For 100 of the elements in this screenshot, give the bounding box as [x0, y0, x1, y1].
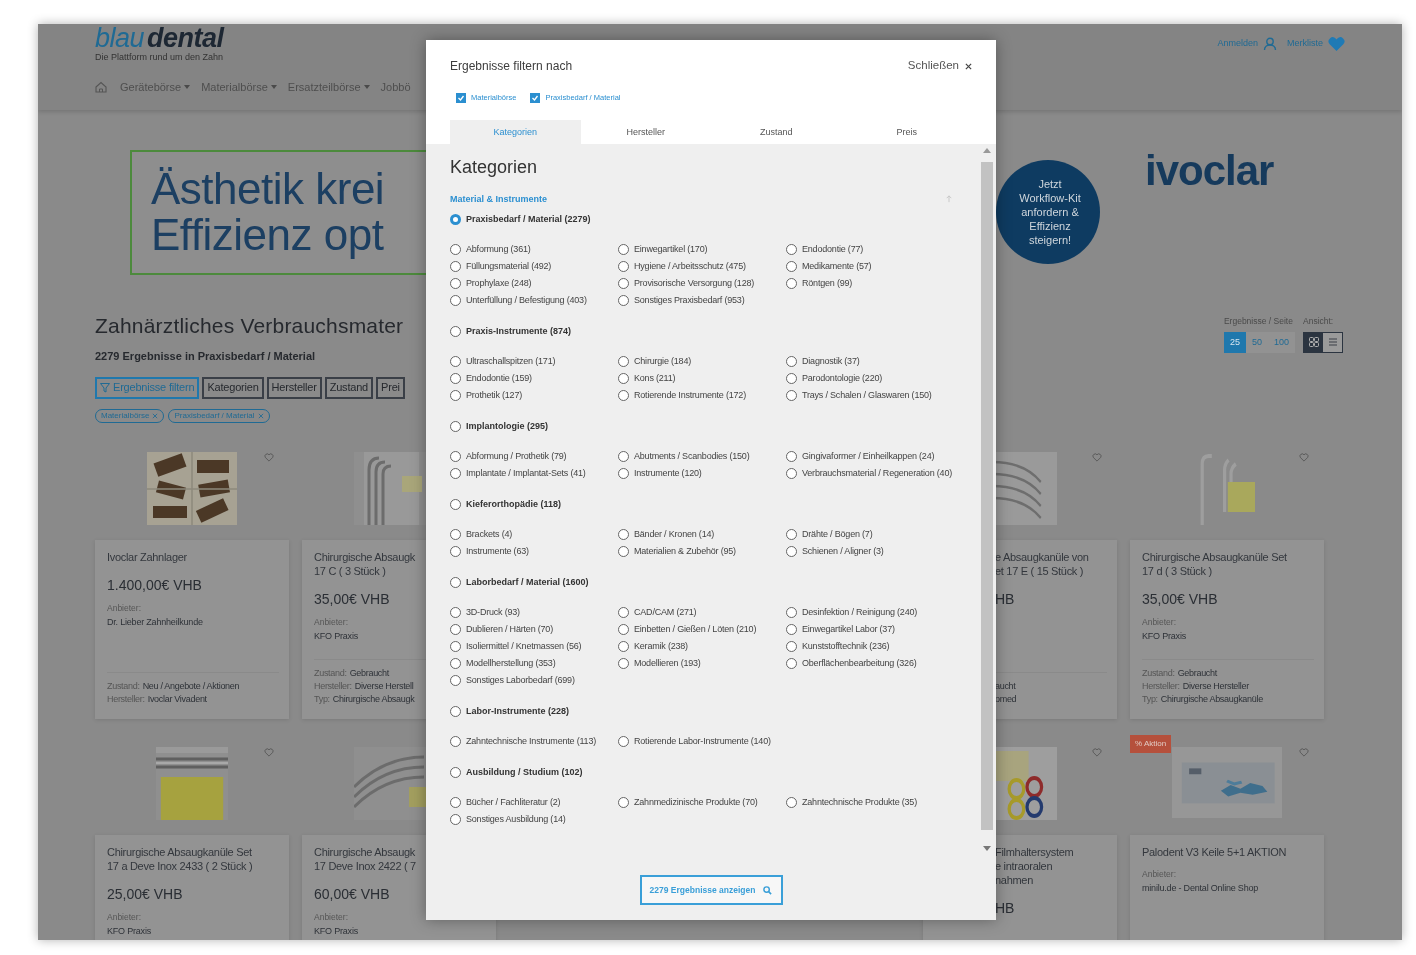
radio-button[interactable] [450, 796, 461, 808]
checkbox[interactable] [530, 92, 541, 103]
radio-button[interactable] [618, 355, 629, 367]
radio-button[interactable] [618, 243, 629, 255]
promo-badge[interactable]: Jetzt Workflow-Kit anfordern & Effizienz steigern! [996, 160, 1100, 264]
category-option[interactable]: Kieferorthopädie (118) [466, 497, 562, 512]
radio-button[interactable] [450, 705, 461, 717]
radio-button[interactable] [450, 498, 461, 510]
category-option[interactable]: Gingivaformer / Einheilkappen (24) [802, 449, 935, 464]
category-option[interactable]: Praxis-Instrumente (874) [466, 324, 572, 339]
category-option[interactable]: Keramik (238) [634, 639, 688, 654]
category-option[interactable]: Kons (211) [634, 371, 676, 386]
scrollbar-thumb[interactable] [981, 162, 993, 831]
radio-button[interactable] [618, 640, 629, 652]
category-option[interactable]: Füllungsmaterial (492) [466, 259, 552, 274]
radio-button[interactable] [450, 528, 461, 540]
radio-button[interactable] [450, 355, 461, 367]
category-option[interactable]: Prothetik (127) [466, 388, 523, 403]
radio-button[interactable] [450, 213, 461, 225]
filter-button[interactable]: Prei [376, 376, 405, 399]
radio-button[interactable] [618, 528, 629, 540]
list-view-button[interactable] [1323, 332, 1342, 352]
radio-button[interactable] [786, 389, 797, 401]
radio-button[interactable] [786, 623, 797, 635]
radio-button[interactable] [450, 640, 461, 652]
product-title[interactable]: nahmen [995, 872, 1033, 887]
radio-button[interactable] [618, 277, 629, 289]
radio-button[interactable] [618, 294, 629, 306]
close-button[interactable]: Schließen [907, 57, 972, 75]
category-option[interactable]: Drähte / Bögen (7) [802, 527, 873, 542]
category-option[interactable]: Rotierende Instrumente (172) [634, 388, 746, 403]
category-option[interactable]: Bücher / Fachliteratur (2) [466, 795, 561, 810]
category-option[interactable]: Hygiene / Arbeitsschutz (475) [634, 259, 746, 274]
category-option[interactable]: Parodontologie (220) [802, 371, 883, 386]
category-option[interactable]: Materialien & Zubehör (95) [634, 544, 736, 559]
radio-button[interactable] [450, 606, 461, 618]
radio-button[interactable] [618, 450, 629, 462]
category-option[interactable]: Diagnostik (37) [802, 354, 860, 369]
category-option[interactable]: Verbrauchsmaterial / Regeneration (40) [802, 466, 952, 481]
radio-button[interactable] [786, 640, 797, 652]
category-option[interactable]: Medikamente (57) [802, 259, 872, 274]
category-option[interactable]: Prophylaxe (248) [466, 276, 532, 291]
radio-button[interactable] [450, 372, 461, 384]
radio-button[interactable] [450, 389, 461, 401]
product-title[interactable]: 17 Deve Inox 2422 ( 7 [314, 858, 416, 873]
category-option[interactable]: Röntgen (99) [802, 276, 853, 291]
radio-button[interactable] [450, 277, 461, 289]
radio-button[interactable] [450, 325, 461, 337]
product-title[interactable]: 17 d ( 3 Stück ) [1142, 563, 1212, 578]
radio-button[interactable] [450, 576, 461, 588]
category-option[interactable]: Bänder / Kronen (14) [634, 527, 715, 542]
radio-button[interactable] [618, 796, 629, 808]
radio-button[interactable] [450, 674, 461, 686]
radio-button[interactable] [450, 420, 461, 432]
category-option[interactable]: Zahnmedizinische Produkte (70) [634, 795, 758, 810]
product-title[interactable]: Chirurgische Absaugk [314, 844, 415, 859]
product-title[interactable]: e Absaugkanüle von [995, 549, 1089, 564]
radio-button[interactable] [786, 372, 797, 384]
category-option[interactable]: Einbetten / Gießen / Löten (210) [634, 622, 757, 637]
category-option[interactable]: Abformung / Prothetik (79) [466, 449, 567, 464]
category-option[interactable]: Abformung (361) [466, 242, 531, 257]
filter-button[interactable]: Kategorien [202, 376, 264, 399]
category-option[interactable]: Trays / Schalen / Glaswaren (150) [802, 388, 932, 403]
radio-button[interactable] [618, 735, 629, 747]
category-option[interactable]: CAD/CAM (271) [634, 605, 697, 620]
category-option[interactable]: Endodontie (159) [466, 371, 532, 386]
grid-view-button[interactable] [1304, 332, 1323, 352]
radio-button[interactable] [786, 545, 797, 557]
radio-button[interactable] [786, 277, 797, 289]
product-title[interactable]: Ivoclar Zahnlager [107, 549, 187, 564]
radio-button[interactable] [618, 389, 629, 401]
category-option[interactable]: Zahntechnische Instrumente (113) [466, 734, 596, 749]
category-option[interactable]: Implantologie (295) [466, 419, 548, 434]
product-title[interactable]: Filmhaltersystem [995, 844, 1074, 859]
radio-button[interactable] [618, 372, 629, 384]
radio-button[interactable] [450, 260, 461, 272]
radio-button[interactable] [786, 450, 797, 462]
category-option[interactable]: Sonstiges Ausbildung (14) [466, 812, 566, 827]
category-option[interactable]: Einwegartikel (170) [634, 242, 708, 257]
radio-button[interactable] [618, 606, 629, 618]
category-option[interactable]: Brackets (4) [466, 527, 513, 542]
category-option[interactable]: Unterfüllung / Befestigung (403) [466, 293, 587, 308]
checkbox[interactable] [456, 92, 466, 103]
per-page-option[interactable]: 25 [1223, 331, 1246, 353]
radio-button[interactable] [450, 657, 461, 669]
scroll-down-icon[interactable] [983, 846, 991, 852]
category-option[interactable]: Sonstiges Praxisbedarf (953) [634, 293, 745, 308]
radio-button[interactable] [450, 735, 461, 747]
radio-button[interactable] [786, 657, 797, 669]
radio-button[interactable] [450, 545, 461, 557]
radio-button[interactable] [450, 813, 461, 825]
product-title[interactable]: Chirurgische Absaugk [314, 549, 415, 564]
radio-button[interactable] [618, 623, 629, 635]
category-option[interactable]: Kunststofftechnik (236) [802, 639, 890, 654]
category-option[interactable]: Instrumente (120) [634, 466, 702, 481]
radio-button[interactable] [786, 606, 797, 618]
product-title[interactable]: et 17 E ( 15 Stück ) [995, 563, 1084, 578]
radio-button[interactable] [786, 243, 797, 255]
radio-button[interactable] [618, 545, 629, 557]
category-option[interactable]: Desinfektion / Reinigung (240) [802, 605, 918, 620]
